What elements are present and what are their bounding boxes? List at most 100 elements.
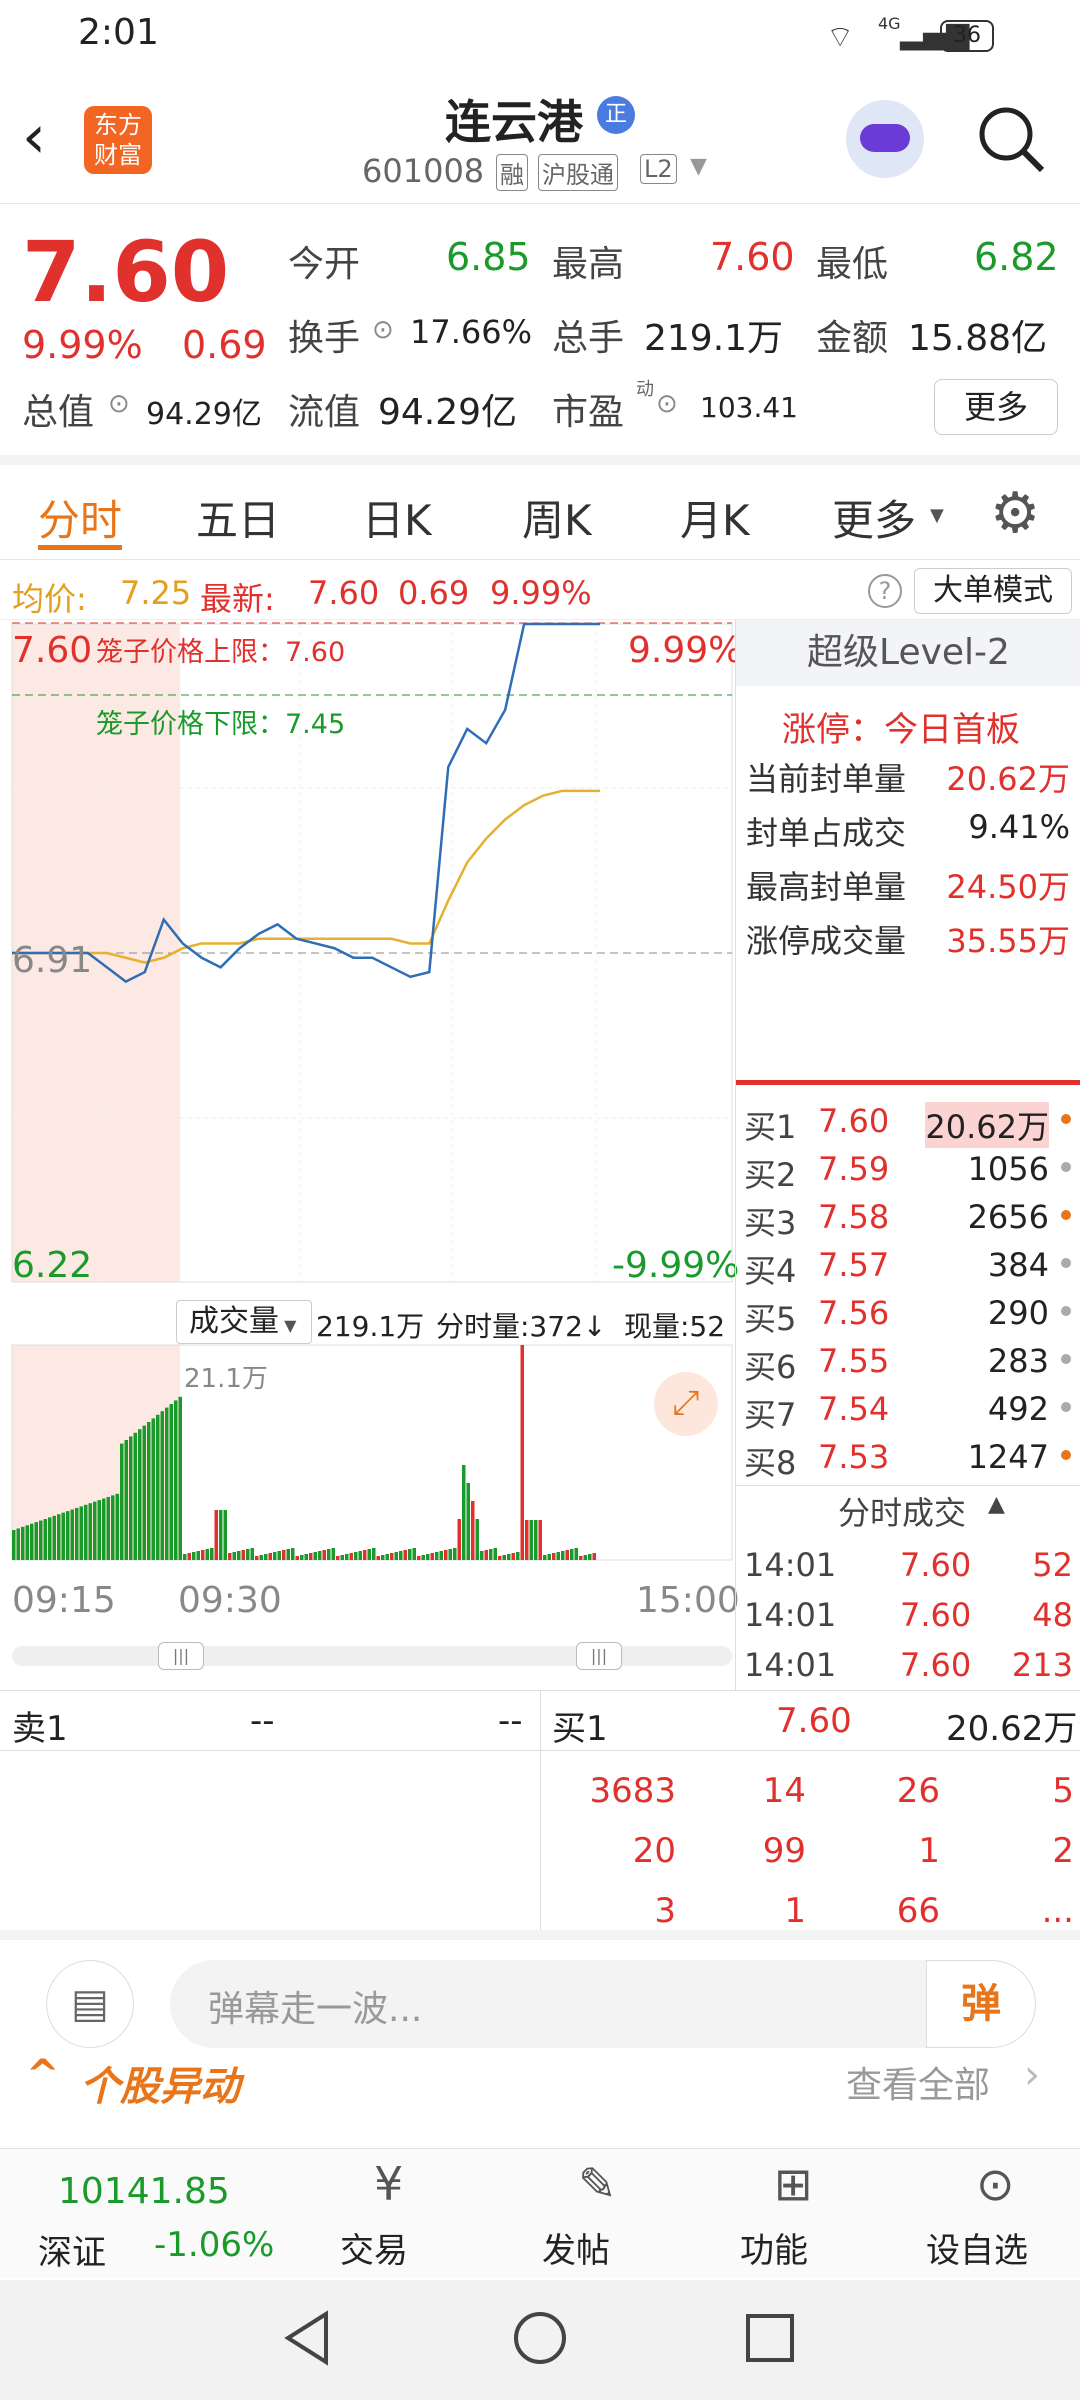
- volume-bar: [70, 1509, 74, 1560]
- volume-bar: [21, 1526, 25, 1560]
- queue-order: 99: [762, 1831, 806, 1871]
- chart-tabs: 分时 五日 日K 周K 月K 更多 ▼ ⚙: [0, 455, 1080, 560]
- ticks-sort-icon[interactable]: ▲: [988, 1492, 1005, 1517]
- more-button[interactable]: 更多: [934, 379, 1058, 435]
- bid-dot-icon: [1061, 1162, 1071, 1172]
- volume-bar: [237, 1551, 241, 1560]
- comment-list-icon[interactable]: ▤: [46, 1960, 134, 2048]
- system-back-icon[interactable]: [282, 2310, 332, 2366]
- tab-more[interactable]: 更多: [832, 487, 916, 548]
- volume-bar: [358, 1551, 362, 1560]
- bid-row[interactable]: 买2 7.59 1056: [736, 1146, 1080, 1194]
- level2-row-value: 24.50万: [946, 868, 1070, 906]
- volume-bar: [79, 1506, 83, 1560]
- bid-row[interactable]: 买8 7.53 1247: [736, 1434, 1080, 1482]
- volume-bar: [39, 1520, 43, 1560]
- nav-post[interactable]: ✎ 发帖: [530, 2149, 680, 2279]
- queue-order: 26: [896, 1771, 940, 1811]
- tick-row: 14:01 7.60 213: [736, 1642, 1080, 1692]
- tab-weekly-k[interactable]: 周K: [522, 487, 592, 548]
- search-icon[interactable]: [976, 104, 1048, 176]
- volume-bar: [336, 1556, 340, 1560]
- volume-bar: [120, 1443, 124, 1560]
- volume-bar: [403, 1550, 407, 1560]
- ticks-title[interactable]: 分时成交: [838, 1488, 966, 1534]
- volume-bar: [592, 1553, 596, 1560]
- nav-watchlist[interactable]: ⊙ 设自选: [910, 2149, 1080, 2279]
- volume-selector[interactable]: 成交量 ▼: [176, 1300, 312, 1344]
- volume-bar: [444, 1550, 448, 1560]
- badge-margin: 融: [496, 154, 528, 191]
- system-recents-icon[interactable]: [744, 2312, 796, 2364]
- app-logo[interactable]: 东方 财富: [84, 106, 152, 174]
- back-icon[interactable]: ‹: [22, 102, 46, 172]
- volume-bar: [282, 1550, 286, 1560]
- bid-label: 买3: [744, 1204, 797, 1242]
- nav-functions-label: 功能: [740, 2231, 808, 2271]
- bid-dot-icon: [1061, 1450, 1071, 1460]
- index-name: 深证: [38, 2233, 106, 2273]
- danmu-input[interactable]: 弹幕走一波... 弹: [170, 1960, 1036, 2048]
- index-pct: -1.06%: [154, 2225, 275, 2265]
- alert-chevron-icon[interactable]: ^: [26, 2052, 60, 2098]
- volume-bar: [462, 1465, 466, 1560]
- volume-bar: [417, 1556, 421, 1560]
- bid-row[interactable]: 买7 7.54 492: [736, 1386, 1080, 1434]
- intraday-chart[interactable]: 7.60 笼子价格上限：7.60 笼子价格下限：7.45 6.91 6.22 9…: [0, 560, 742, 1690]
- info-icon[interactable]: ⊙: [656, 389, 678, 419]
- volume-bar: [453, 1548, 457, 1560]
- help-icon[interactable]: ?: [868, 574, 902, 608]
- level2-row-label: 当前封单量: [746, 760, 907, 798]
- tab-five-day[interactable]: 五日: [196, 487, 280, 548]
- robot-avatar-icon[interactable]: [846, 100, 924, 178]
- volume-bar: [322, 1550, 326, 1560]
- volume-bar: [534, 1520, 538, 1560]
- settings-gear-icon[interactable]: ⚙: [990, 481, 1040, 546]
- volume-selector-label: 成交量: [189, 1304, 279, 1339]
- range-handle-left[interactable]: |||: [158, 1642, 204, 1670]
- volume-bar: [129, 1436, 133, 1560]
- sell1-price: --: [250, 1701, 275, 1741]
- big-order-mode-button[interactable]: 大单模式: [914, 568, 1072, 614]
- volume-bar: [385, 1554, 389, 1560]
- info-icon[interactable]: ⊙: [108, 389, 130, 419]
- tab-monthly-k[interactable]: 月K: [680, 487, 750, 548]
- view-all-link[interactable]: 查看全部: [846, 2056, 990, 2108]
- volume-bar: [178, 1396, 182, 1560]
- bid-row[interactable]: 买3 7.58 2656: [736, 1194, 1080, 1242]
- volume-now: 现量:52: [624, 1310, 726, 1343]
- expand-icon[interactable]: ⤢: [654, 1372, 718, 1436]
- nav-post-label: 发帖: [542, 2231, 610, 2271]
- status-bar: 2:01 ⌔ 4G ▂▄▆ 36: [0, 0, 1080, 72]
- y-axis-bottom: 6.22: [12, 1245, 93, 1286]
- bid-row[interactable]: 买5 7.56 290: [736, 1290, 1080, 1338]
- danmu-button[interactable]: 弹: [926, 1960, 1036, 2048]
- bid-dot-icon: [1061, 1402, 1071, 1412]
- tick-price: 7.60: [900, 1646, 972, 1684]
- system-home-icon[interactable]: [512, 2310, 568, 2366]
- bid-row[interactable]: 买6 7.55 283: [736, 1338, 1080, 1386]
- nav-trade[interactable]: ¥ 交易: [330, 2149, 480, 2279]
- queue-order: 2: [1052, 1831, 1074, 1871]
- mcap-label: 总值: [22, 392, 95, 433]
- volume-bar: [277, 1551, 281, 1560]
- volume-bar: [579, 1556, 583, 1560]
- bid-row[interactable]: 买4 7.57 384: [736, 1242, 1080, 1290]
- info-icon[interactable]: ⊙: [372, 315, 394, 345]
- dropdown-icon[interactable]: ▼: [690, 154, 707, 179]
- volume-total: 219.1万: [316, 1310, 425, 1343]
- nav-functions[interactable]: ⊞ 功能: [730, 2149, 880, 2279]
- view-all-arrow-icon: ›: [1024, 2052, 1040, 2098]
- bid-row[interactable]: 买1 7.60 20.62万: [736, 1098, 1080, 1148]
- queue-order: 14: [762, 1771, 806, 1811]
- range-handle-right[interactable]: |||: [576, 1642, 622, 1670]
- bid-label: 买5: [744, 1300, 797, 1338]
- tab-intraday[interactable]: 分时: [38, 487, 122, 548]
- tab-daily-k[interactable]: 日K: [362, 487, 432, 548]
- price-chart-svg: [11, 622, 733, 1561]
- float-value: 94.29亿: [378, 392, 518, 433]
- time-range-track[interactable]: [12, 1646, 732, 1666]
- y-axis-top: 7.60: [12, 630, 93, 671]
- level2-title[interactable]: 超级Level-2: [736, 620, 1080, 686]
- volume-bar: [97, 1500, 101, 1560]
